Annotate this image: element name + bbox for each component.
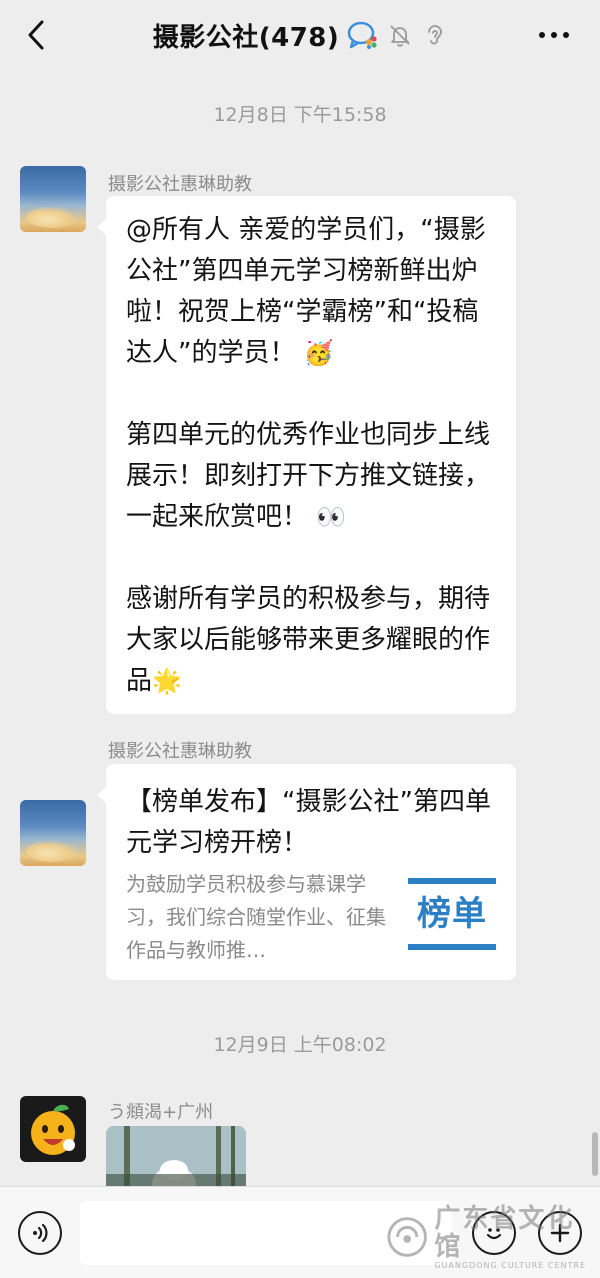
back-button[interactable] [18, 17, 54, 53]
message-bubble[interactable]: @所有人 亲爱的学员们，“摄影公社”第四单元学习榜新鲜出炉啦！祝贺上榜“学霸榜”… [97, 196, 516, 714]
sender-name: 摄影公社惠琳助教 [108, 741, 252, 762]
avatar[interactable] [20, 800, 86, 866]
avatar[interactable] [20, 166, 86, 232]
chat-title: 摄影公社(478) [152, 22, 340, 53]
link-card[interactable]: 【榜单发布】“摄影公社”第四单元学习榜开榜！ 为鼓励学员积极参与慕课学习，我们综… [97, 764, 516, 980]
scrollbar[interactable] [592, 1132, 598, 1176]
message-input[interactable] [80, 1201, 452, 1265]
avatar[interactable] [20, 1096, 86, 1162]
party-face-emoji: 🥳 [303, 339, 334, 367]
message-paragraph: 感谢所有学员的积极参与，期待大家以后能够带来更多耀眼的作品🌟 [126, 584, 491, 696]
thumb-bar [408, 944, 496, 950]
chat-header: 摄影公社(478) [0, 0, 600, 70]
smiley-icon [486, 1228, 502, 1240]
eyes-emoji: 👀 [316, 503, 347, 531]
more-actions-button[interactable] [538, 1211, 582, 1255]
more-dots-icon [539, 32, 569, 38]
mute-bell-icon [387, 22, 413, 48]
title-wrap: 摄影公社(478) [153, 17, 448, 54]
more-options-button[interactable] [536, 22, 572, 48]
card-thumbnail: 榜单 [408, 870, 496, 958]
chevron-left-icon [28, 20, 44, 50]
input-bar [0, 1186, 600, 1278]
voice-input-button[interactable] [18, 1211, 62, 1255]
message-paragraph: 第四单元的优秀作业也同步上线展示！即刻打开下方推文链接，一起来欣赏吧！ 👀 [126, 420, 491, 532]
sender-name: 摄影公社惠琳助教 [108, 174, 252, 195]
timestamp: 12月8日 下午15:58 [213, 104, 387, 126]
sender-name: う頫渴+广州 [108, 1102, 214, 1123]
glowing-star-emoji: 🌟 [152, 667, 182, 695]
voice-wave-icon [33, 1223, 48, 1243]
emoji-button[interactable] [472, 1211, 516, 1255]
earpiece-icon [421, 22, 447, 48]
card-description: 为鼓励学员积极参与慕课学习，我们综合随堂作业、征集作品与教师推… [126, 872, 386, 962]
enterprise-wechat-icon [347, 19, 379, 51]
message-paragraph: @所有人 亲爱的学员们，“摄影公社”第四单元学习榜新鲜出炉啦！祝贺上榜“学霸榜”… [126, 215, 486, 368]
video-message-thumbnail[interactable] [106, 1126, 246, 1186]
orange-face-avatar-icon [31, 1104, 75, 1155]
plus-icon [550, 1223, 570, 1243]
timestamp: 12月9日 上午08:02 [213, 1034, 387, 1056]
card-title: 【榜单发布】“摄影公社”第四单元学习榜开榜！ [126, 787, 491, 858]
thumb-text: 榜单 [417, 894, 487, 934]
video-preview-icon [106, 1126, 246, 1186]
